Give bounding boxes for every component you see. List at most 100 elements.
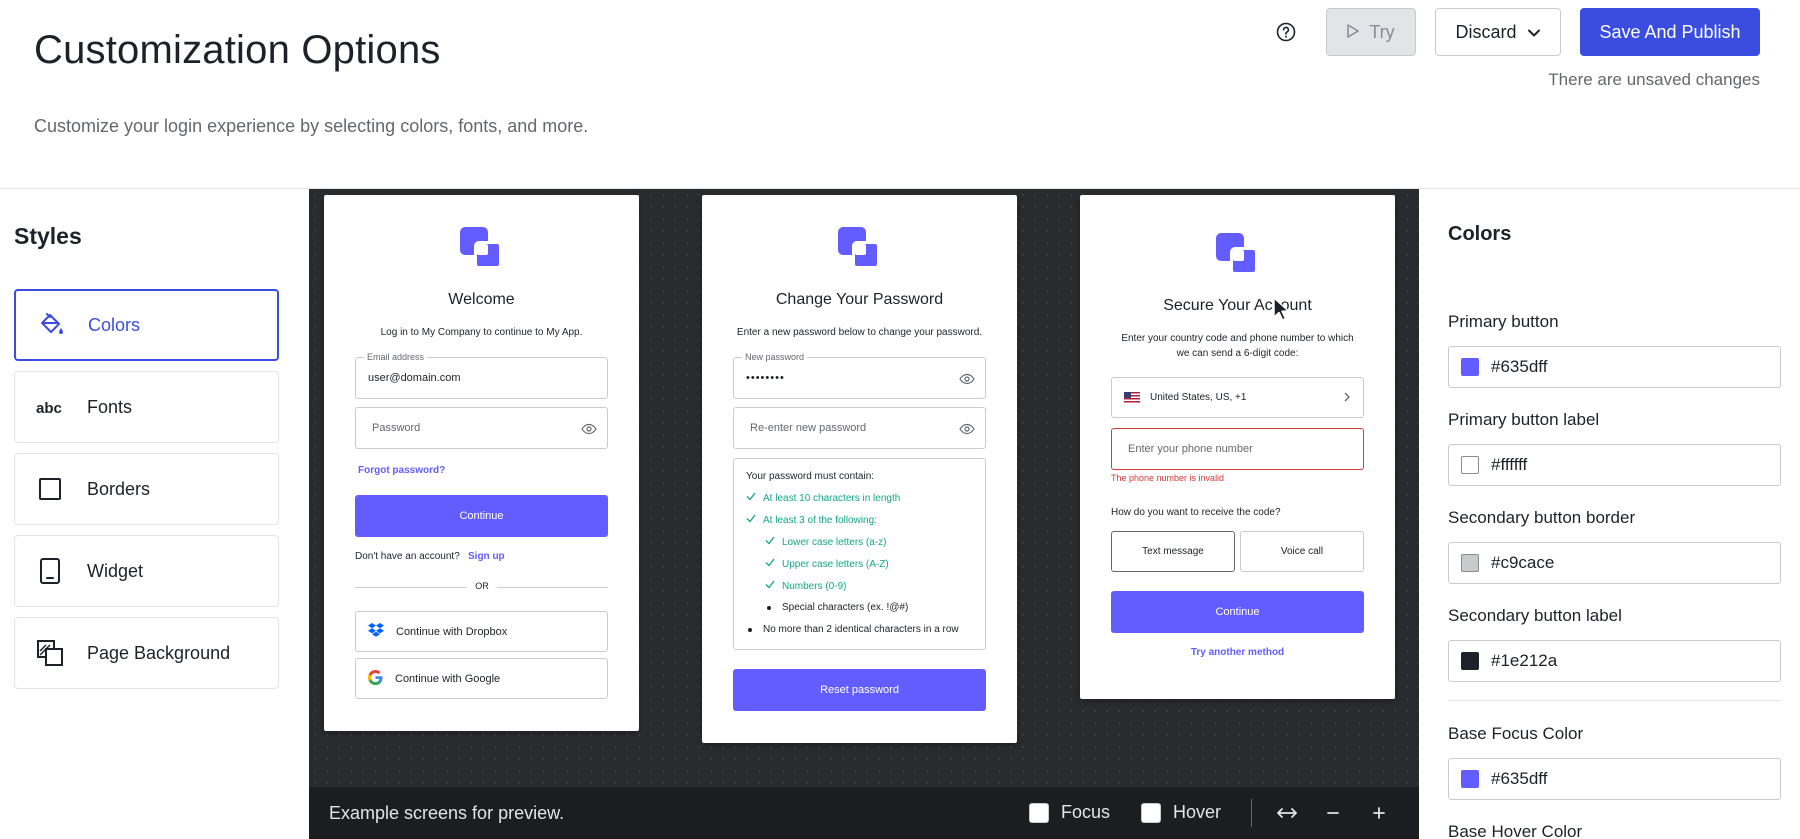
page-title: Customization Options <box>34 28 441 72</box>
country-select[interactable]: United States, US, +1 <box>1111 377 1364 418</box>
phone-placeholder: Enter your phone number <box>1128 443 1253 455</box>
focus-label: Focus <box>1061 802 1111 822</box>
styles-sidebar: Styles Colors abc Fonts Borders Widget P… <box>0 189 309 839</box>
preview-toolbar: Example screens for preview. Focus Hover <box>309 787 1419 839</box>
sidebar-item-page-background[interactable]: Page Background <box>14 617 279 689</box>
check-icon <box>765 580 775 592</box>
reset-password-button[interactable]: Reset password <box>733 669 986 711</box>
email-field-value: user@domain.com <box>368 372 461 384</box>
login-preview-card: Welcome Log in to My Company to continue… <box>324 195 639 731</box>
base-focus-color-input[interactable]: #635dff <box>1448 758 1781 800</box>
login-continue-button[interactable]: Continue <box>355 495 608 537</box>
phone-error-text: The phone number is invalid <box>1111 473 1225 483</box>
zoom-out-icon[interactable] <box>1321 801 1345 825</box>
eye-icon[interactable] <box>959 371 975 387</box>
or-text: OR <box>467 581 497 591</box>
phone-number-field[interactable]: Enter your phone number <box>1111 428 1364 470</box>
sidebar-item-label: Colors <box>88 314 141 335</box>
sidebar-item-fonts[interactable]: abc Fonts <box>14 371 279 443</box>
page-header: Customization Options Customize your log… <box>0 0 1800 189</box>
check-icon <box>765 558 775 570</box>
reenter-placeholder: Re-enter new password <box>750 422 867 434</box>
zoom-in-icon[interactable] <box>1367 801 1391 825</box>
new-password-field[interactable]: New password •••••••• <box>733 352 986 399</box>
hover-checkbox[interactable]: Hover <box>1141 802 1221 823</box>
color-swatch[interactable] <box>1461 456 1479 474</box>
sidebar-item-colors[interactable]: Colors <box>14 289 279 361</box>
sidebar-item-borders[interactable]: Borders <box>14 453 279 525</box>
reenter-password-field[interactable]: Re-enter new password <box>733 407 986 449</box>
primary-button-label: Primary button <box>1448 312 1559 331</box>
receive-code-question: How do you want to receive the code? <box>1111 507 1281 518</box>
requirement-item: Special characters (ex. !@#) <box>765 602 908 613</box>
section-divider <box>1448 700 1781 701</box>
checkbox-icon <box>1029 802 1049 823</box>
secondary-button-border-color-input[interactable]: #c9cace <box>1448 542 1781 584</box>
colors-panel: Colors Primary button #635dff Primary bu… <box>1419 189 1800 839</box>
secondary-button-label-color-input[interactable]: #1e212a <box>1448 640 1781 682</box>
chevron-down-icon <box>1527 22 1541 43</box>
toolbar-divider <box>1251 799 1252 827</box>
square-outline-icon <box>35 474 65 504</box>
change-password-description: Enter a new password below to change you… <box>736 327 983 338</box>
focus-checkbox[interactable]: Focus <box>1029 802 1110 823</box>
try-button[interactable]: Try <box>1326 8 1416 56</box>
color-value: #1e212a <box>1491 651 1558 670</box>
requirement-text: No more than 2 identical characters in a… <box>763 624 959 635</box>
change-password-title: Change Your Password <box>775 291 944 308</box>
password-field[interactable]: Password <box>355 407 608 449</box>
color-swatch[interactable] <box>1461 652 1479 670</box>
google-button[interactable]: Continue with Google <box>355 658 608 699</box>
color-value: #635dff <box>1491 357 1548 376</box>
password-placeholder: Password <box>372 422 421 434</box>
sidebar-item-label: Fonts <box>87 396 133 417</box>
text-message-button[interactable]: Text message <box>1111 531 1235 572</box>
sign-up-link[interactable]: Sign up <box>468 551 505 562</box>
try-another-method-link[interactable]: Try another method <box>1080 647 1395 658</box>
checkbox-icon <box>1141 802 1161 823</box>
requirement-item: At least 3 of the following: <box>746 514 877 526</box>
color-swatch[interactable] <box>1461 554 1479 572</box>
preview-canvas: Welcome Log in to My Company to continue… <box>309 189 1419 839</box>
color-value: #ffffff <box>1491 455 1528 474</box>
dropbox-button[interactable]: Continue with Dropbox <box>355 611 608 652</box>
try-button-label: Try <box>1369 21 1395 42</box>
secure-continue-button[interactable]: Continue <box>1111 591 1364 633</box>
primary-button-label-color-input[interactable]: #ffffff <box>1448 444 1781 486</box>
fit-width-icon[interactable] <box>1275 801 1299 825</box>
requirement-item: Numbers (0-9) <box>765 580 846 592</box>
google-icon <box>367 669 383 688</box>
primary-button-color-input[interactable]: #635dff <box>1448 346 1781 388</box>
sidebar-item-widget[interactable]: Widget <box>14 535 279 607</box>
eye-icon[interactable] <box>581 421 597 437</box>
check-icon <box>746 492 756 504</box>
sidebar-title: Styles <box>14 223 82 249</box>
eye-icon[interactable] <box>959 421 975 437</box>
discard-button[interactable]: Discard <box>1435 8 1561 56</box>
secure-description: Enter your country code and phone number… <box>1121 333 1354 359</box>
voice-call-button[interactable]: Voice call <box>1240 531 1364 572</box>
color-swatch[interactable] <box>1461 770 1479 788</box>
login-title: Welcome <box>448 291 515 308</box>
company-logo <box>1216 233 1260 277</box>
secure-title: Secure Your Account <box>1163 297 1312 314</box>
discard-button-label: Discard <box>1455 21 1517 42</box>
secure-account-preview-card: Secure Your Account Enter your country c… <box>1080 195 1395 699</box>
change-password-preview-card: Change Your Password Enter a new passwor… <box>702 195 1017 743</box>
save-and-publish-button[interactable]: Save And Publish <box>1580 8 1760 56</box>
help-icon[interactable] <box>1274 20 1298 44</box>
email-field[interactable]: Email address user@domain.com <box>355 352 608 399</box>
forgot-password-link[interactable]: Forgot password? <box>358 465 445 476</box>
color-swatch[interactable] <box>1461 358 1479 376</box>
new-password-value: •••••••• <box>746 372 785 384</box>
svg-text:abc: abc <box>36 400 62 417</box>
check-icon <box>746 514 756 526</box>
page-subtitle: Customize your login experience by selec… <box>34 116 589 136</box>
sidebar-item-label: Page Background <box>87 642 231 663</box>
hover-label: Hover <box>1173 802 1222 822</box>
requirement-text: Upper case letters (A-Z) <box>782 558 889 570</box>
requirement-text: Lower case letters (a-z) <box>782 536 887 548</box>
no-account-text: Don't have an account? <box>355 551 460 562</box>
requirement-text: At least 10 characters in length <box>763 492 901 504</box>
dropbox-label: Continue with Dropbox <box>396 625 508 638</box>
